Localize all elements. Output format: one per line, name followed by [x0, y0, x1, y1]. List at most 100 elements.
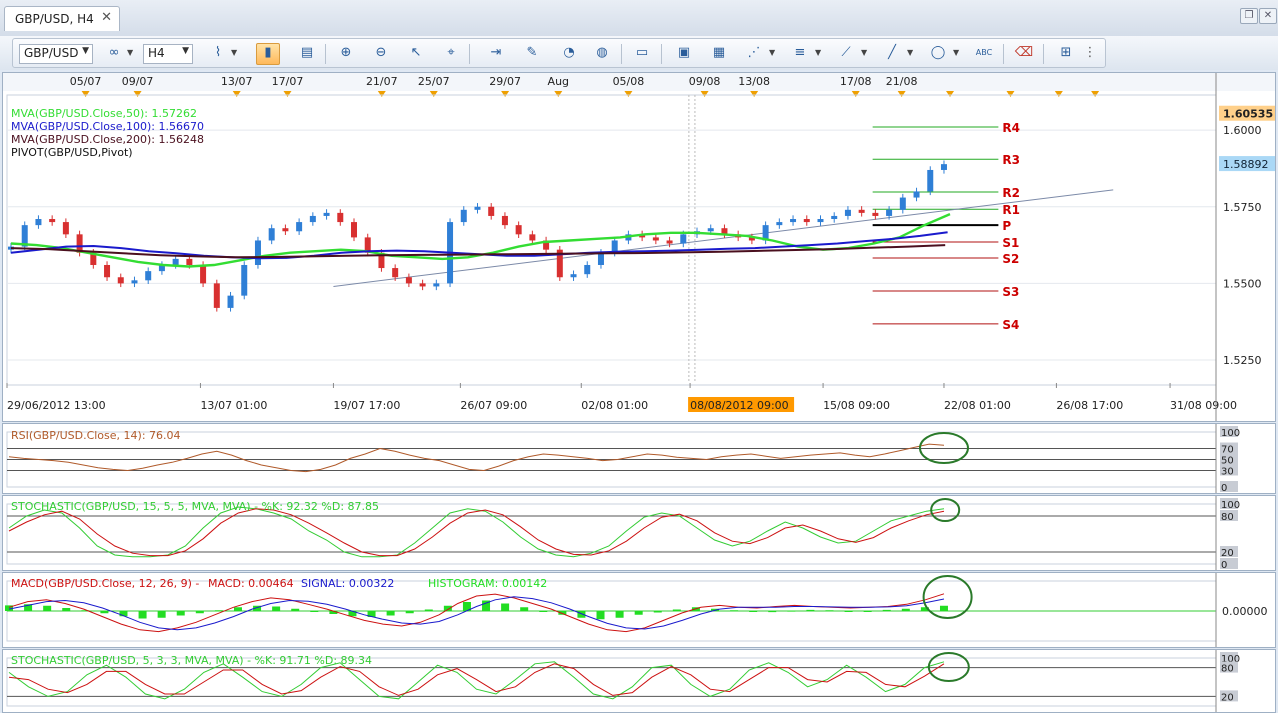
price-legend-entry: MVA(GBP/USD.Close,100): 1.56670 [11, 120, 204, 133]
x-tick-label: 29/06/2012 13:00 [7, 399, 106, 412]
line-chart-icon[interactable]: ⌇ [207, 43, 229, 63]
candle-body [268, 228, 275, 241]
x-tick-label: 15/08 09:00 [823, 399, 890, 412]
pivot-level-label: R1 [1002, 203, 1020, 217]
stochastic-panel-2[interactable]: 100 80 20 STOCHASTIC(GBP/USD, 5, 3, 3, MVA,… [2, 649, 1276, 713]
stochastic-chart-1[interactable]: 10080 200 STOCHASTIC(GBP/USD, 15, 5, 5, MV… [3, 496, 1275, 570]
date-marker-icon [283, 91, 292, 97]
ruler-icon[interactable]: ▭ [631, 43, 653, 63]
chevron-down-icon[interactable]: ▼ [861, 43, 867, 63]
candle-body [337, 212, 344, 223]
y-tick-label: 80 [1221, 512, 1234, 523]
toolbar-separator [661, 44, 662, 64]
indicator-icon[interactable]: ✎ [521, 43, 543, 63]
x-tick-label: 22/08 01:00 [944, 399, 1011, 412]
date-marker-icon [946, 91, 955, 97]
candle-body [35, 219, 42, 226]
y-tick-label: 1.5750 [1223, 201, 1262, 214]
chart-tab[interactable]: GBP/USD, H4 ✕ [4, 6, 120, 31]
histogram-bar [768, 611, 777, 613]
date-marker-icon [897, 91, 906, 97]
histogram-bar [939, 605, 948, 611]
close-window-icon[interactable]: ✕ [1259, 8, 1277, 24]
y-tick-label: 1.5500 [1223, 277, 1262, 290]
histogram-bar [405, 611, 414, 614]
trendline-icon[interactable]: ╱ [881, 43, 903, 63]
date-marker-icon [1091, 91, 1100, 97]
hierarchy-icon[interactable]: ⊞ [1055, 43, 1077, 63]
image-icon[interactable]: ▣ [673, 43, 695, 63]
stochastic-chart-2[interactable]: 1008020STOCHASTIC(GBP/USD, 5, 3, 3, MVA,… [3, 650, 1275, 712]
channel-icon[interactable]: ≡ [789, 43, 811, 63]
pointer-icon[interactable]: ↖ [405, 43, 427, 63]
candle-body [392, 268, 399, 278]
candle-body [419, 283, 426, 287]
candle-body [241, 264, 248, 296]
date-marker-icon [81, 91, 90, 97]
top-date-tick: Aug [548, 75, 569, 88]
date-marker-icon [232, 91, 241, 97]
histogram-bar [730, 610, 739, 612]
candle-body [296, 222, 303, 232]
stochastic-legend: STOCHASTIC(GBP/USD, 15, 5, 5, MVA, MVA) … [11, 500, 379, 513]
rsi-chart[interactable]: 1007050300RSI(GBP/USD.Close, 14): 76.04 [3, 424, 1275, 493]
rsi-panel[interactable]: 100 70 50 30 0 RSI(GBP/USD.Close, 14): 76.04 [2, 423, 1276, 494]
zoom-in-icon[interactable]: ⊕ [335, 43, 357, 63]
candle-body [433, 283, 440, 287]
histogram-bar [176, 611, 185, 616]
macd-chart[interactable]: MACD(GBP/USD.Close, 12, 26, 9) - MACD: 0… [3, 573, 1275, 647]
bar-chart-icon[interactable]: ▤ [296, 43, 318, 63]
histogram-bar [520, 607, 529, 611]
chevron-down-icon[interactable]: ▼ [127, 43, 133, 63]
date-marker-icon [133, 91, 142, 97]
macd-legend-entry: MACD(GBP/USD.Close, 12, 26, 9) - [11, 577, 199, 590]
rsi-legend: RSI(GBP/USD.Close, 14): 76.04 [11, 429, 181, 442]
date-marker-icon [377, 91, 386, 97]
chevron-down-icon[interactable]: ▼ [953, 43, 959, 63]
timeframe-select[interactable]: H4 ▼ [143, 44, 193, 64]
link-icon[interactable]: ∞ [103, 43, 125, 63]
top-date-tick: 05/07 [70, 75, 102, 88]
symbol-value: GBP/USD [24, 46, 79, 60]
scroll-icon[interactable]: ⇥ [485, 43, 507, 63]
chevron-down-icon[interactable]: ▼ [231, 43, 237, 63]
date-marker-icon [554, 91, 563, 97]
gann-icon[interactable]: ⟋ [835, 43, 857, 63]
histogram-bar [272, 606, 281, 611]
template-icon[interactable]: ▦ [708, 43, 730, 63]
chevron-down-icon[interactable]: ▼ [907, 43, 913, 63]
chevron-down-icon[interactable]: ▼ [815, 43, 821, 63]
globe-icon[interactable]: ◍ [591, 43, 613, 63]
chevron-down-icon[interactable]: ▼ [769, 43, 775, 63]
restore-window-icon[interactable]: ❐ [1240, 8, 1258, 24]
histogram-bar [672, 609, 681, 611]
candle-body [405, 277, 412, 284]
price-chart[interactable]: 05/07 09/07 13/07 17/07 21/07 25/07 29/07 Aug 05… [3, 73, 1275, 421]
stochastic-panel-1[interactable]: 100 80 20 0 STOCHASTIC(GBP/USD, 15, 5, 5, MV… [2, 495, 1276, 571]
menu-icon[interactable]: ⋮ [1083, 43, 1097, 63]
fibonacci-icon[interactable]: ⋰ [743, 43, 765, 63]
price-panel[interactable]: 05/07 09/07 13/07 17/07 21/07 25/07 29/07 Aug 05… [2, 72, 1276, 422]
crosshair-icon[interactable]: ⌖ [440, 43, 462, 63]
candle-body [515, 225, 522, 235]
candle-body [858, 209, 865, 213]
candle-chart-icon[interactable]: ▮ [256, 43, 280, 65]
histogram-bar [825, 610, 834, 612]
macd-panel[interactable]: MACD(GBP/USD.Close, 12, 26, 9) - MACD: 0… [2, 572, 1276, 648]
properties-icon[interactable]: ◔ [558, 43, 580, 63]
top-date-tick: 09/07 [122, 75, 154, 88]
toolbar-separator [469, 44, 470, 64]
candle-body [254, 240, 261, 265]
text-icon[interactable]: ABC [973, 43, 995, 63]
y-tick-label: 1.6000 [1223, 124, 1262, 137]
candle-body [844, 209, 851, 216]
macd-legend-entry: MACD: 0.00464 [208, 577, 294, 590]
eraser-icon[interactable]: ⌫ [1013, 43, 1035, 63]
ellipse-icon[interactable]: ◯ [927, 43, 949, 63]
top-date-tick: 05/08 [613, 75, 645, 88]
symbol-select[interactable]: GBP/USD ▼ [19, 44, 93, 64]
close-icon[interactable]: ✕ [101, 10, 112, 25]
candle-body [529, 234, 536, 241]
zoom-out-icon[interactable]: ⊖ [370, 43, 392, 63]
candle-body [474, 206, 481, 210]
